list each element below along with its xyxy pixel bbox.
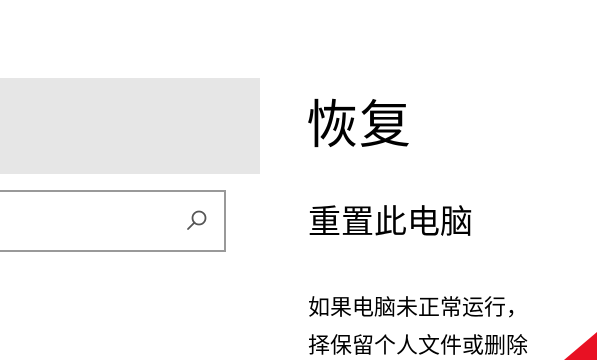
home-banner[interactable]	[0, 78, 260, 174]
reset-description-line-1: 如果电脑未正常运行，	[308, 296, 529, 321]
reset-pc-description: 如果电脑未正常运行， 择保留个人文件或删除	[308, 290, 528, 360]
reset-pc-heading: 重置此电脑	[308, 202, 473, 241]
search-box[interactable]	[0, 190, 226, 252]
settings-window: 恢复 重置此电脑 如果电脑未正常运行， 择保留个人文件或删除	[0, 0, 597, 360]
search-icon[interactable]	[184, 208, 210, 234]
reset-description-line-2: 择保留个人文件或删除	[308, 334, 529, 359]
page-title: 恢复	[306, 96, 413, 156]
search-input[interactable]	[0, 192, 178, 250]
red-arrow-cursor-icon	[564, 332, 597, 360]
